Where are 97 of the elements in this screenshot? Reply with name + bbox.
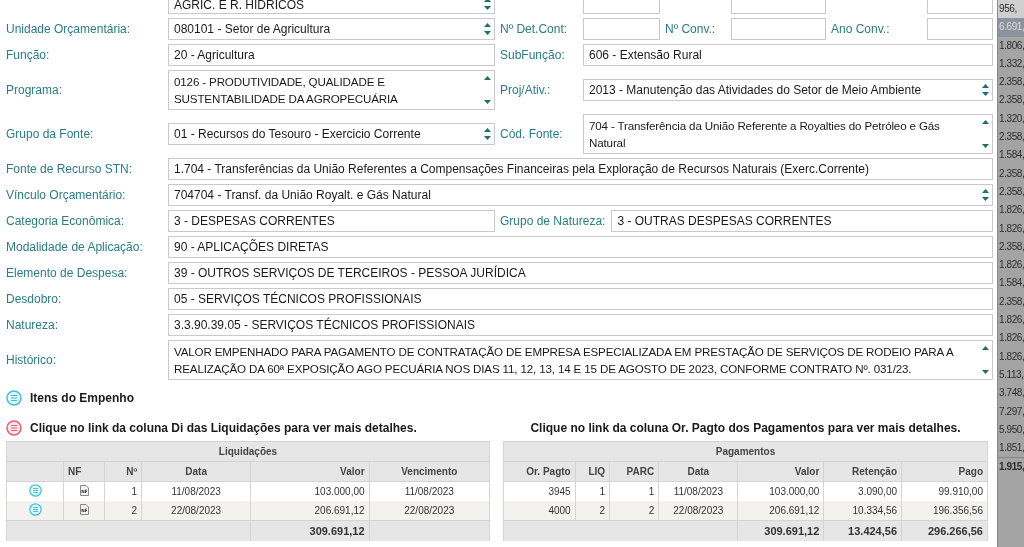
background-value: 1.826, — [998, 349, 1024, 364]
field-label: Programa: — [6, 83, 64, 97]
text-field[interactable] — [927, 18, 993, 40]
spin-arrows-icon[interactable] — [981, 82, 990, 98]
field-label: Vínculo Orçamentário: — [6, 188, 127, 202]
background-value: 2.358, — [998, 294, 1024, 309]
table-cell: 2 — [104, 501, 142, 521]
table-cell: 196.356,56 — [901, 501, 988, 521]
field-label: Desdobro: — [6, 292, 63, 306]
background-value: 2.358, — [998, 93, 1024, 108]
spin-arrows-icon[interactable] — [483, 0, 492, 12]
table-link[interactable]: 4000 — [503, 501, 576, 521]
text-field[interactable]: 3.3.90.39.05 - SERVIÇOS TÉCNICOS PROFISSIONAIS — [168, 314, 993, 336]
text-area[interactable]: 0126 - PRODUTIVIDADE, QUALIDADE E SUSTENTABILIDADE DA AGROPECUÁRIA — [168, 70, 495, 110]
text-field[interactable]: 05 - SERVIÇOS TÉCNICOS PROFISSIONAIS — [168, 288, 993, 310]
total-cell: 296.266,56 — [901, 520, 988, 541]
background-value: 1.806, — [998, 38, 1024, 53]
background-value: 2.358, — [998, 130, 1024, 145]
background-value: 1.332, — [998, 56, 1024, 71]
table-cell: 2 — [609, 501, 659, 521]
text-field[interactable]: 3 - OUTRAS DESPESAS CORRENTES — [611, 210, 993, 232]
document-icon[interactable] — [79, 504, 89, 515]
background-value: 1.826, — [998, 203, 1024, 218]
text-field[interactable] — [731, 18, 826, 40]
field-label: Unidade Orçamentária: — [6, 22, 132, 36]
background-value: 1.826, — [998, 313, 1024, 328]
field-label: SubFunção: — [499, 48, 566, 62]
document-icon[interactable] — [79, 485, 89, 496]
spin-arrows-icon[interactable] — [981, 187, 990, 203]
background-value: 1.826, — [998, 258, 1024, 273]
table-cell: 2 — [575, 501, 610, 521]
background-value: 5.113, — [998, 367, 1024, 382]
scroll-arrows-icon[interactable] — [483, 74, 492, 106]
hint-text: Clique no link da coluna Di das Liquidações para ver mais detalhes. — [30, 421, 417, 435]
background-value: 1.915, — [998, 457, 1024, 477]
field-label: Categoria Econômica: — [6, 214, 126, 228]
background-value: 2.358, — [998, 166, 1024, 181]
field-label: Ano Conv.: — [830, 22, 891, 36]
total-cell: 309.691,12 — [737, 520, 824, 541]
background-value: 3.748, — [998, 386, 1024, 401]
field-label: Elemento de Despesa: — [6, 266, 129, 280]
table-cell: 22/08/2023 — [369, 501, 490, 521]
background-value: 5.950, — [998, 422, 1024, 437]
total-cell: 309.691,12 — [250, 520, 370, 541]
background-value: 2.358, — [998, 184, 1024, 199]
field-label: Proj/Ativ.: — [499, 83, 552, 97]
field-label: Nº Det.Cont: — [499, 22, 569, 36]
field-label: Histórico: — [6, 353, 57, 367]
background-value: 956, — [998, 0, 1024, 19]
text-area[interactable]: VALOR EMPENHADO PARA PAGAMENTO DE CONTRATAÇÃO DE EMPRESA ESPECIALIZADA EM PRESTAÇÃO DE SERVIÇOS DE RODEIO PARA A REALIZAÇÃO DA 60ª EXPOSIÇÃO AGO PECUÁRIA NOS DIAS 11, 12, 13, 14 E 15 DE AGOSTO DE 2023, CONFORME CONTRATO Nº. 031/23. — [168, 340, 993, 380]
background-value: 2.358, — [998, 75, 1024, 90]
dropdown-field[interactable]: AGRIC. E R. HIDRICOS — [168, 0, 495, 14]
dropdown-field[interactable]: 704704 - Transf. da União Royalt. e Gás Natural — [168, 184, 993, 206]
field-label: Grupo da Fonte: — [6, 127, 95, 141]
text-field[interactable]: 3 - DESPESAS CORRENTES — [168, 210, 495, 232]
spin-arrows-icon[interactable] — [483, 21, 492, 37]
background-value: 1.320, — [998, 111, 1024, 126]
field-label: Modalidade de Aplicação: — [6, 240, 144, 254]
spin-arrows-icon[interactable] — [483, 126, 492, 142]
background-value: 1.584, — [998, 276, 1024, 291]
scroll-arrows-icon[interactable] — [981, 344, 990, 376]
text-field[interactable]: 90 - APLICAÇÕES DIRETAS — [168, 236, 993, 258]
table-title: Pagamentos — [503, 441, 988, 462]
text-field[interactable]: 20 - Agricultura — [168, 44, 495, 66]
background-value: 1.851, — [998, 441, 1024, 456]
background-value: 6.691, — [998, 18, 1024, 37]
background-value: 7.297, — [998, 404, 1024, 419]
background-value: 1.584, — [998, 148, 1024, 163]
dropdown-field[interactable]: 01 - Recursos do Tesouro - Exercicio Corrente — [168, 123, 495, 145]
list-icon — [6, 420, 22, 436]
table-title: Liquidações — [6, 441, 490, 462]
field-label: Natureza: — [6, 318, 60, 332]
table-cell: 206.691,12 — [250, 501, 370, 521]
field-label: Nº Conv.: — [664, 22, 717, 36]
table-cell: 10.334,56 — [823, 501, 902, 521]
field-label: Grupo de Natureza: — [499, 214, 607, 228]
table-cell: 22/08/2023 — [141, 501, 251, 521]
dropdown-field[interactable]: 2013 - Manutenção das Atividades do Setor de Meio Ambiente — [583, 79, 993, 101]
dropdown-field[interactable]: 080101 - Setor de Agricultura — [168, 18, 495, 40]
total-cell: 13.424,56 — [823, 520, 902, 541]
scroll-arrows-icon[interactable] — [981, 118, 990, 150]
text-area[interactable]: 704 - Transferência da União Referente a Royalties do Petróleo e Gás Natural — [583, 114, 993, 154]
table-cell: 22/08/2023 — [658, 501, 738, 521]
table-cell: 206.691,12 — [737, 501, 824, 521]
background-value: 1.826, — [998, 331, 1024, 346]
background-value: 2.358, — [998, 239, 1024, 254]
column-header: Or. Pagto — [503, 461, 576, 482]
items-link[interactable]: Itens do Empenho — [30, 391, 134, 405]
text-field[interactable]: 39 - OUTROS SERVIÇOS DE TERCEIROS - PESSOA JURÍDICA — [168, 262, 993, 284]
field-label: Fonte de Recurso STN: — [6, 162, 134, 176]
text-field[interactable] — [583, 18, 660, 40]
text-field[interactable]: 1.704 - Transferências da União Referentes a Compensações Financeiras pela Exploração de Recursos Naturais (Exerc.Corrente) — [168, 158, 993, 180]
text-field[interactable]: 606 - Extensão Rural — [583, 44, 993, 66]
field-label: Cód. Fonte: — [499, 127, 564, 141]
field-label: Função: — [6, 48, 51, 62]
background-value: 1.826, — [998, 221, 1024, 236]
hint-text: Clique no link da coluna Or. Pagto dos Pagamentos para ver mais detalhes. — [530, 421, 961, 435]
